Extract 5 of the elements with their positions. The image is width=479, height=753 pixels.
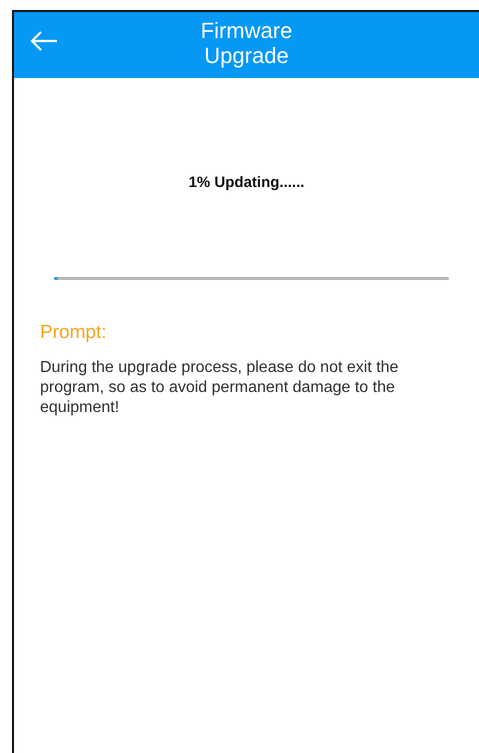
progress-status: 1% Updating......	[188, 174, 306, 191]
back-arrow-icon	[29, 28, 59, 52]
prompt-message: During the upgrade process, please do not exit the program, so as to avoid permanent damage to the equipment!	[40, 358, 400, 418]
prompt-heading: Prompt:	[40, 322, 108, 344]
page-title: Firmware Upgrade	[200, 17, 294, 68]
